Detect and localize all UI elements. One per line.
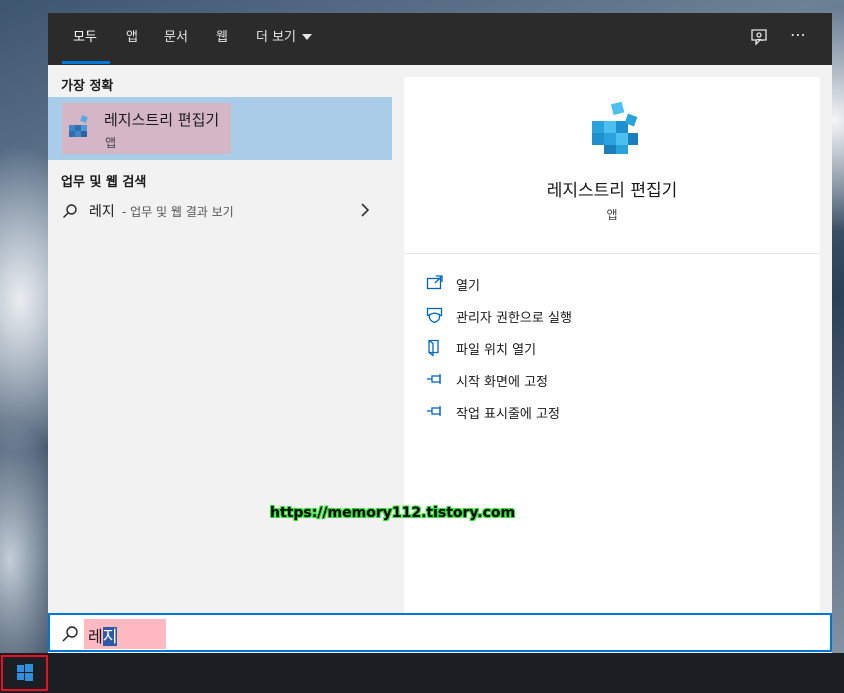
pin-icon xyxy=(426,403,444,419)
file-location-icon xyxy=(426,339,444,357)
feedback-icon[interactable] xyxy=(748,27,772,51)
search-input-selection: 지 xyxy=(102,627,118,646)
results-list: 가장 정확 레지스트리 편집기 앱 업무 및 웹 검색 레지 - 업무 및 웹 … xyxy=(48,65,392,613)
search-input[interactable]: 레지 xyxy=(88,623,118,647)
pin-icon xyxy=(426,371,444,387)
tab-more[interactable]: 더 보기 xyxy=(256,13,313,65)
more-options-icon[interactable]: ⋯ xyxy=(790,25,814,49)
preview-pane: 레지스트리 편집기 앱 열기 관리자 권한으로 실행 파일 위치 열기 시작 화… xyxy=(404,77,820,613)
search-filter-bar: 모두 앱 문서 웹 더 보기 ⋯ xyxy=(48,13,832,65)
action-open-label: 열기 xyxy=(456,279,480,294)
search-box[interactable]: 레지 xyxy=(48,613,832,652)
start-button[interactable] xyxy=(1,655,48,691)
tab-documents[interactable]: 문서 xyxy=(164,13,188,65)
best-match-item[interactable]: 레지스트리 편집기 앱 xyxy=(48,97,392,160)
search-icon xyxy=(62,203,78,219)
windows-logo-icon xyxy=(17,664,33,681)
active-tab-indicator xyxy=(62,61,110,64)
open-icon xyxy=(426,275,444,291)
app-detail-header: 레지스트리 편집기 앱 xyxy=(404,77,820,254)
web-query-suffix: - 업무 및 웹 결과 보기 xyxy=(122,205,234,219)
web-search-heading: 업무 및 웹 검색 xyxy=(61,175,147,190)
shield-icon xyxy=(426,307,444,324)
chevron-down-icon xyxy=(302,33,313,40)
web-search-result[interactable]: 레지 - 업무 및 웹 결과 보기 xyxy=(48,196,392,226)
registry-editor-icon xyxy=(588,97,644,155)
best-match-title: 레지스트리 편집기 xyxy=(104,111,220,129)
registry-editor-icon xyxy=(66,113,94,141)
search-icon xyxy=(61,625,79,643)
best-match-type: 앱 xyxy=(105,136,117,150)
action-pin-to-taskbar-label: 작업 표시줄에 고정 xyxy=(456,407,560,422)
chevron-right-icon[interactable] xyxy=(358,203,372,217)
tab-web[interactable]: 웹 xyxy=(216,13,228,65)
search-input-text: 레 xyxy=(88,627,103,646)
tab-apps[interactable]: 앱 xyxy=(126,13,138,65)
web-query-text: 레지 xyxy=(89,204,115,220)
action-open-file-location-label: 파일 위치 열기 xyxy=(456,343,537,358)
tab-all[interactable]: 모두 xyxy=(73,13,97,65)
app-title: 레지스트리 편집기 xyxy=(546,181,678,201)
start-search-panel: 모두 앱 문서 웹 더 보기 ⋯ 가장 정확 레지스트리 편집기 앱 업무 및 … xyxy=(48,13,832,653)
taskbar xyxy=(0,653,844,693)
action-pin-to-start-label: 시작 화면에 고정 xyxy=(456,375,548,390)
app-type: 앱 xyxy=(606,208,618,222)
best-match-heading: 가장 정확 xyxy=(61,79,114,94)
watermark-url: https://memory112.tistory.com xyxy=(270,505,516,521)
action-run-as-admin-label: 관리자 권한으로 실행 xyxy=(456,311,572,326)
tab-more-label: 더 보기 xyxy=(256,30,297,45)
